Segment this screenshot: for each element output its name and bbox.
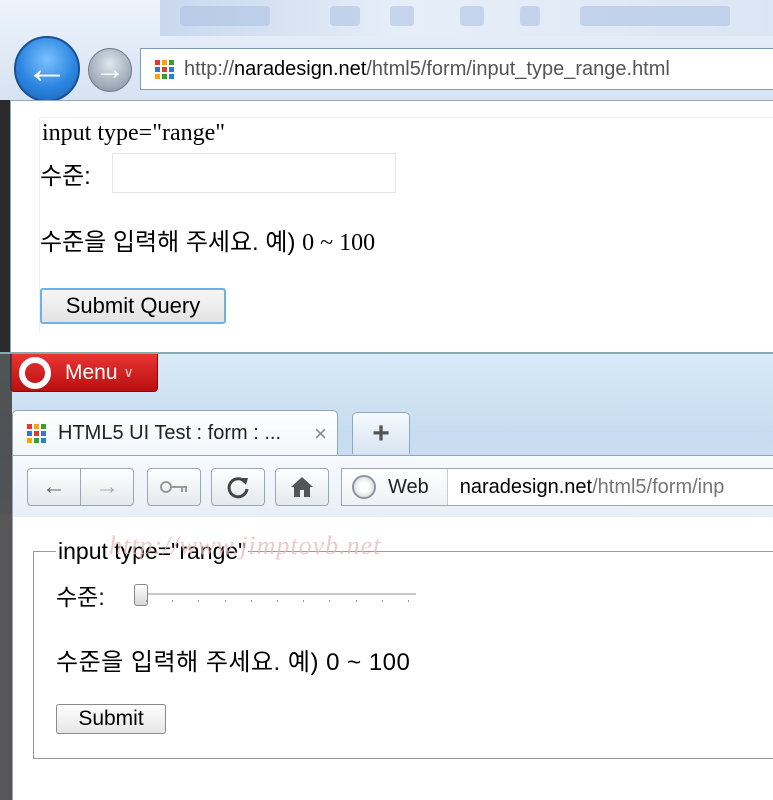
favicon-cell — [27, 431, 32, 436]
opera-home-button[interactable] — [275, 468, 329, 506]
ie-submit-button[interactable]: Submit Query — [40, 288, 226, 324]
ie-help-text: 수준을 입력해 주세요. 예) 0 ~ 100 — [40, 229, 376, 256]
search-engine-selector[interactable]: Web — [342, 469, 448, 505]
favicon-cell — [162, 73, 167, 79]
favicon-cell — [155, 66, 160, 72]
site-favicon-icon — [27, 424, 46, 443]
opera-menu-label: Menu — [65, 360, 118, 384]
favicon-cell — [34, 424, 39, 429]
window-edge — [0, 354, 12, 800]
ie-range-input[interactable] — [112, 153, 396, 193]
arrow-left-icon: ← — [25, 44, 69, 93]
new-tab-button[interactable]: + — [352, 412, 410, 454]
favicon-cell — [155, 59, 160, 65]
home-icon — [291, 477, 313, 497]
opera-address-bar[interactable]: Web naradesign.net/html5/form/inp — [341, 468, 773, 506]
opera-page-content: input type="range" 수준: 수준을 입력해 주세요. 예) 0… — [12, 517, 773, 800]
opera-submit-button[interactable]: Submit — [56, 704, 166, 734]
slider-tick — [408, 600, 409, 602]
ie-blurred-toolbar — [160, 0, 773, 36]
favicon-cell — [41, 431, 46, 436]
opera-reload-button[interactable] — [211, 468, 265, 506]
ie-range-label: 수준: — [40, 163, 91, 190]
slider-thumb[interactable] — [134, 584, 148, 606]
key-icon — [160, 481, 187, 493]
slider-tick — [382, 600, 383, 602]
opera-url-text[interactable]: naradesign.net/html5/form/inp — [460, 476, 725, 499]
favicon-cell — [27, 424, 32, 429]
slider-tick — [251, 600, 252, 602]
slider-tick — [277, 600, 278, 602]
favicon-cell — [162, 66, 167, 72]
opera-chrome: Menu ∨ HTML5 UI Test : form : ... × + ← … — [0, 354, 773, 517]
favicon-cell — [27, 438, 32, 443]
opera-help-text: 수준을 입력해 주세요. 예) 0 ~ 100 — [56, 649, 411, 676]
tab-title: HTML5 UI Test : form : ... — [58, 422, 282, 444]
window-edge — [0, 100, 10, 352]
favicon-cell — [155, 73, 160, 79]
opera-forward-button[interactable]: → — [80, 468, 134, 506]
favicon-cell — [169, 59, 174, 65]
globe-icon — [352, 475, 376, 499]
favicon-cell — [41, 424, 46, 429]
reload-icon — [227, 477, 249, 499]
opera-range-fieldset: input type="range" 수준: 수준을 입력해 주세요. 예) 0… — [33, 538, 773, 759]
ie-address-bar[interactable]: http://naradesign.net/html5/form/input_t… — [140, 48, 773, 90]
slider-tick — [198, 600, 199, 602]
opera-key-button[interactable] — [147, 468, 201, 506]
opera-browser-window: Menu ∨ HTML5 UI Test : form : ... × + ← … — [0, 352, 773, 800]
arrow-left-icon: ← — [42, 473, 66, 500]
favicon-cell — [169, 66, 174, 72]
slider-tick — [329, 600, 330, 602]
opera-range-label: 수준: — [56, 584, 105, 610]
opera-toolbar: ← → Web naradesign.net/html5/form/inp — [12, 455, 773, 517]
slider-tick — [172, 600, 173, 602]
ie-browser-window: ← → http://naradesign.net/html5/form/inp… — [0, 0, 773, 352]
favicon-cell — [169, 73, 174, 79]
close-icon[interactable]: × — [314, 421, 327, 447]
ie-back-button[interactable]: ← — [14, 36, 80, 102]
site-favicon-icon — [155, 59, 174, 79]
slider-track — [140, 593, 416, 595]
web-label: Web — [388, 475, 429, 498]
ie-form-legend: input type="range" — [42, 120, 226, 146]
arrow-right-icon: → — [95, 53, 125, 86]
ie-page-content: input type="range" 수준: 수준을 입력해 주세요. 예) 0… — [10, 100, 773, 352]
slider-tick — [356, 600, 357, 602]
ie-forward-button[interactable]: → — [88, 48, 132, 92]
favicon-cell — [41, 438, 46, 443]
opera-tab[interactable]: HTML5 UI Test : form : ... × — [12, 410, 338, 456]
favicon-cell — [34, 438, 39, 443]
opera-menu-button[interactable]: Menu ∨ — [10, 354, 158, 392]
ie-range-form: input type="range" 수준: 수준을 입력해 주세요. 예) 0… — [39, 117, 773, 332]
chevron-down-icon: ∨ — [123, 364, 134, 380]
ie-url-text[interactable]: http://naradesign.net/html5/form/input_t… — [184, 58, 670, 81]
favicon-cell — [34, 431, 39, 436]
favicon-cell — [162, 59, 167, 65]
slider-tick — [146, 600, 147, 602]
arrow-right-icon: → — [95, 473, 119, 500]
slider-tick — [225, 600, 226, 602]
slider-tick — [303, 600, 304, 602]
opera-logo-icon — [19, 356, 51, 389]
opera-range-slider[interactable] — [134, 582, 418, 606]
opera-back-button[interactable]: ← — [27, 468, 81, 506]
opera-form-legend: input type="range" — [56, 538, 249, 565]
